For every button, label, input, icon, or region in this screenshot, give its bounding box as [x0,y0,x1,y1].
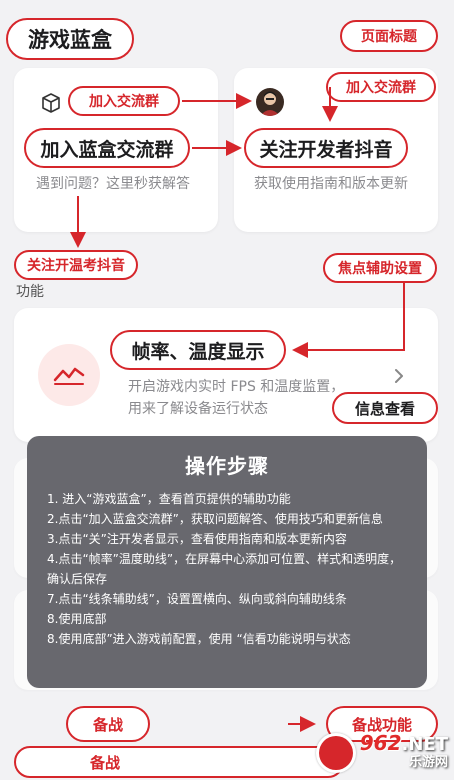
watermark-suffix: .NET [401,734,448,755]
step-item: 1. 进入“游戏蓝盒”，查看首页提供的辅助功能 [47,492,291,506]
section-label: 功能 [16,284,44,300]
join-bluebox-group-button[interactable]: 加入蓝盒交流群 [24,128,190,168]
trend-line-icon [53,362,85,386]
prepare-button[interactable]: 备战 [66,706,150,742]
join-group-callout: 加入交流群 [68,86,180,116]
follow-developer-button[interactable]: 关注开发者抖音 [244,128,408,168]
avatar [256,88,284,116]
step-item: 4.点击“帧率”温度助线”，在屏幕中心添加可位置、样式和透明度，确认后保存 [47,552,402,586]
fps-temp-title: 帧率、温度显示 [131,340,265,363]
page: { "header": { "title": "游戏蓝盒", "page_tit… [0,0,454,780]
watermark-text: 962.NET 乐游网 [359,731,448,772]
info-view-callout: 信息查看 [332,392,438,424]
prepare-bottom-label: 备战 [90,753,121,772]
steps-list: 1. 进入“游戏蓝盒”，查看首页提供的辅助功能 2.点击“加入蓝盒交流群”，获取… [47,489,411,649]
step-item: 3.点击“关”注开发者显示，查看使用指南和版本更新内容 [47,532,347,546]
step-item: 8.使用底部”进入游戏前配置，使用 “信看功能说明与状态 [47,632,351,646]
join-group-callout-right: 加入交流群 [326,72,436,102]
join-group-desc: 遇到问题？这里秒获解答 [36,176,190,192]
join-group-callout-right-text: 加入交流群 [346,80,416,96]
prepare-button-label: 备战 [92,715,123,734]
focus-assist-callout-text: 焦点辅助设置 [338,261,422,277]
fps-temp-title-callout: 帧率、温度显示 [110,330,286,370]
watermark-badge [316,733,356,773]
steps-title: 操作步骤 [185,454,269,478]
fps-temp-desc: 开启游戏内实时 FPS 和温度监置，用来了解设备运行状态 [128,379,345,417]
step-item: 7.点击“线条辅助线”，设置置横向、纵向或斜向辅助线条 [47,592,347,606]
step-item: 2.点击“加入蓝盒交流群”，获取问题解答、使用技巧和更新信息 [47,512,383,526]
page-title-callout-text: 页面标题 [361,29,417,45]
join-group-callout-text: 加入交流群 [89,94,159,110]
follow-developer-desc: 获取使用指南和版本更新 [254,176,408,192]
watermark-logo: 962.NET 乐游网 [316,732,448,774]
follow-douyin-callout: 关注开温考抖音 [14,250,138,280]
prepare-bottom-button[interactable]: 备战 [14,746,344,778]
follow-developer-label: 关注开发者抖音 [259,138,393,161]
app-title-text: 游戏蓝盒 [28,28,112,52]
info-view-callout-text: 信息查看 [354,399,415,418]
focus-assist-callout: 焦点辅助设置 [323,253,437,283]
app-title: 游戏蓝盒 [6,18,134,60]
chevron-right-icon[interactable] [392,366,406,386]
cube-icon [40,92,62,114]
step-item: 8.使用底部 [47,612,107,626]
steps-panel: 操作步骤 1. 进入“游戏蓝盒”，查看首页提供的辅助功能 2.点击“加入蓝盒交流… [27,436,427,688]
watermark-sub: 乐游网 [408,755,448,770]
watermark-digits: 962 [359,731,402,755]
follow-douyin-callout-text: 关注开温考抖音 [27,258,125,274]
page-title-callout: 页面标题 [340,20,438,52]
join-bluebox-group-label: 加入蓝盒交流群 [40,138,174,161]
